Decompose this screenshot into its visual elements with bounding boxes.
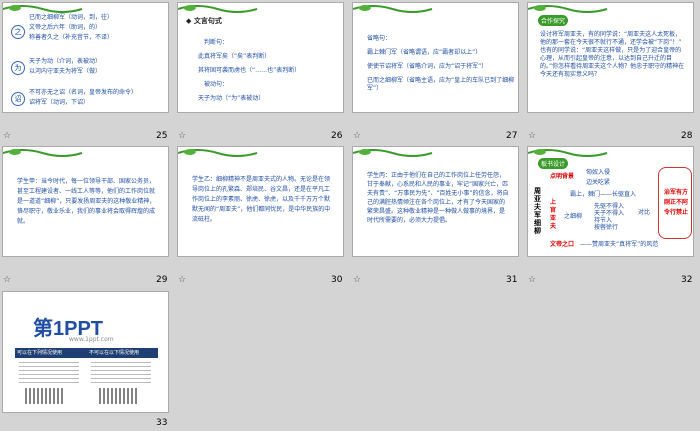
slide-number: 28 xyxy=(681,131,693,141)
board-contrast: 对比 xyxy=(638,209,651,216)
info-lines-right xyxy=(91,362,151,384)
star-icon: ☆ xyxy=(178,275,187,285)
slide-number: 33 xyxy=(156,418,168,428)
slide-paragraph: 学生丙：正由于他们在自己的工作岗位上任劳任怨，甘于奉献，心系民和人民的事业，牢记… xyxy=(367,172,509,224)
slide-number: 25 xyxy=(156,131,168,141)
board-side-item: 之细柳 xyxy=(564,213,583,220)
leaf-decoration-icon xyxy=(528,5,608,13)
slide-line: 使使节诏将军（省略介词，应为“诏于将军”） xyxy=(367,63,488,70)
star-icon: ☆ xyxy=(528,131,537,141)
star-icon: ☆ xyxy=(353,131,362,141)
leaf-decoration-icon xyxy=(3,149,83,157)
board-left-item: 点明背景 xyxy=(550,173,575,180)
slide-line: 天子为动（介词，表被动） xyxy=(29,58,102,65)
slide-line: 霸上棘门军（省略谓语，应“霸者却以上”） xyxy=(367,49,482,56)
slide-thumb-29[interactable]: 学生甲：当今时代，每一位领导干部、国家公务员，甚至工程建设者、一线工人等等，他们… xyxy=(2,146,169,257)
slide-number: 29 xyxy=(156,275,168,285)
slide-paragraph: 学生乙：细柳精神不是周亚夫式的人物。无论是在领导岗位上的孔繁森、郑培民、谷文昌，… xyxy=(192,176,331,223)
slide-line: 天子为动（“为”表被动） xyxy=(198,95,265,102)
board-title: 周亚夫军细柳 xyxy=(534,187,541,235)
slide-line: 已而之细柳军（省略主语，应为“皇上的车队已到了细柳军”） xyxy=(367,77,515,92)
slide-number: 26 xyxy=(331,131,343,141)
star-icon: ☆ xyxy=(3,275,12,285)
slide-thumb-31[interactable]: 学生丙：正由于他们在自己的工作岗位上任劳任怨，甘于奉献，心系民和人民的事业，牢记… xyxy=(352,146,519,257)
section-header-badge: 板书设计 xyxy=(538,158,569,169)
slide-line: 被动句： xyxy=(204,81,229,88)
slide-number: 30 xyxy=(331,275,343,285)
slide-line: 诏将军（动词，下诏） xyxy=(29,99,90,106)
slide-thumb-32[interactable]: 板书设计 周亚夫军细柳 点明背景 匈奴入侵 边关吃紧 上官亚夫 霸上，棘门——长… xyxy=(527,146,694,257)
slide-thumb-27[interactable]: 省略句： 霸上棘门军（省略谓语，应“霸者却以上”） 使使节诏将军（省略介词，应为… xyxy=(352,2,519,113)
star-icon: ☆ xyxy=(528,275,537,285)
slide-thumb-30[interactable]: 学生乙：细柳精神不是周亚夫式的人物。无论是在领导岗位上的孔繁森、郑培民、谷文昌，… xyxy=(177,146,344,257)
slide-number: 31 xyxy=(506,275,518,285)
slide-line: 省略句： xyxy=(367,35,392,42)
info-col-title: 可以在下列情况使用 xyxy=(17,350,63,356)
info-lines-left xyxy=(19,362,79,384)
board-mid-item: 匈奴入侵 xyxy=(586,169,611,176)
slide-line: 称善者久之（补充音节，不译） xyxy=(29,34,114,41)
slide-number: 27 xyxy=(506,131,518,141)
star-icon: ☆ xyxy=(178,131,187,141)
slide-thumb-33[interactable]: 第1PPT www.1ppt.com 可以在下列情况使用 不可以在以下情况使用 xyxy=(2,291,169,413)
circle-zhi: 之 xyxy=(11,25,25,39)
info-col-title: 不可以在以下情况使用 xyxy=(89,350,140,356)
star-icon: ☆ xyxy=(3,131,12,141)
slide-thumb-28[interactable]: 合作探究 设讨将军周亚夫，有的同学说：“周亚夫这人太死板，他的那一套在今天很不就… xyxy=(527,2,694,113)
leaf-decoration-icon xyxy=(178,149,258,157)
board-left-item: 上官亚夫 xyxy=(550,199,557,230)
circle-zhao: 诏 xyxy=(11,92,25,106)
slide-number: 32 xyxy=(681,275,693,285)
slide-paragraph: 设讨将军周亚夫，有的同学说：“周亚夫这人太死板，他的那一套在今天很不就行不通，还… xyxy=(540,31,685,78)
slide-line: 文帝之后六年（助词，的） xyxy=(29,24,102,31)
leaf-decoration-icon xyxy=(353,149,433,157)
slide-line: 其将固可袭而虏也（“……也”表判断） xyxy=(198,67,301,74)
slide-line: 已而之细柳军（动词，到，往） xyxy=(29,14,114,21)
slide-line: 此真将军矣（“矣”表判断） xyxy=(198,53,271,60)
logo-subtext: www.1ppt.com xyxy=(69,336,114,343)
leaf-decoration-icon xyxy=(353,5,433,13)
slide-line: 以河内守亚夫为将军（做） xyxy=(29,68,102,75)
board-mid-item: 边关吃紧 xyxy=(586,179,611,186)
circle-wei: 为 xyxy=(11,61,25,75)
board-mid-item: 霸上，棘门——长驱直入 xyxy=(570,191,637,198)
board-left-item: 文帝之口 xyxy=(550,241,575,248)
board-bracket xyxy=(658,167,692,239)
section-header-badge: 合作探究 xyxy=(538,15,569,26)
board-mid-item: 按辔徐行 xyxy=(594,224,619,231)
slide-paragraph: 学生甲：当今时代，每一位领导干部、国家公务员，甚至工程建设者、一线工人等等，他们… xyxy=(17,178,156,225)
leaf-decoration-icon xyxy=(178,5,258,13)
slide-title: ◆ 文言句式 xyxy=(186,17,222,25)
qr-code-icon xyxy=(25,388,65,404)
board-footnote: ——赞周亚夫“真将军”的风范 xyxy=(580,241,659,248)
slide-thumb-25[interactable]: 之 为 诏 已而之细柳军（动词，到，往） 文帝之后六年（助词，的） 称善者久之（… xyxy=(2,2,169,113)
slide-line: 判断句： xyxy=(204,39,229,46)
star-icon: ☆ xyxy=(353,275,362,285)
slide-line: 不可亦无之诏（名词，皇帝发布的命令） xyxy=(29,89,138,96)
slide-thumb-26[interactable]: ◆ 文言句式 判断句： 此真将军矣（“矣”表判断） 其将固可袭而虏也（“……也”… xyxy=(177,2,344,113)
qr-code-icon xyxy=(99,388,139,404)
